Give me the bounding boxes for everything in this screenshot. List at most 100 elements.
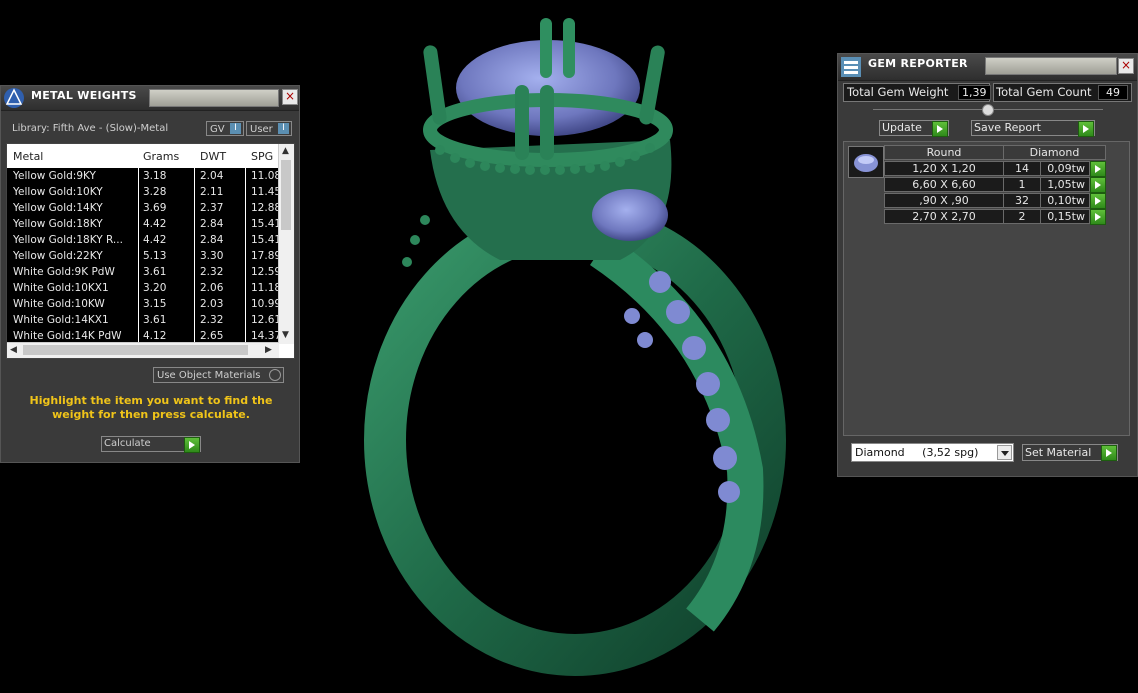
gem-size-cell: 1,20 X 1,20 [884,161,1004,176]
table-row[interactable]: Yellow Gold:18KY R... 4.42 2.84 15.41 [7,232,281,248]
col-grams[interactable]: Grams [143,150,179,163]
cell-grams: 3.28 [143,186,167,198]
cell-dwt: 2.65 [200,330,224,342]
cell-metal: White Gold:9K PdW [13,266,115,278]
metal-table[interactable]: Metal Grams DWT SPG Yellow Gold:9KY 3.18 2… [6,143,295,359]
col-spg[interactable]: SPG [251,150,273,163]
scroll-left-icon[interactable]: ◀ [10,345,17,355]
column-divider [245,248,246,264]
instruction-text: Highlight the item you want to find the … [29,394,273,421]
column-divider [245,232,246,248]
metal-table-hscroll[interactable]: ◀ ▶ [7,342,279,358]
cell-spg: 17.89 [251,250,281,262]
metal-weights-logo-icon [4,88,24,108]
cell-metal: White Gold:14KX1 [13,314,109,326]
cell-spg: 12.88 [251,202,281,214]
cell-metal: White Gold:14K PdW [13,330,122,342]
table-row[interactable]: Yellow Gold:22KY 5.13 3.30 17.89 [7,248,281,264]
total-gem-count-label: Total Gem Count [996,85,1092,99]
gem-reporter-close-button[interactable]: × [1118,58,1134,74]
cell-grams: 4.42 [143,218,167,230]
metal-weights-panel: METAL WEIGHTS × Library: Fifth Ave - (Sl… [0,85,300,463]
save-report-button[interactable]: Save Report [971,120,1095,137]
cell-dwt: 2.84 [200,234,224,246]
user-toggle[interactable]: User I [246,121,292,136]
scroll-right-icon[interactable]: ▶ [265,345,272,355]
chevron-down-icon[interactable] [997,445,1012,460]
cell-metal: Yellow Gold:22KY [13,250,103,262]
column-divider [194,200,195,216]
table-row[interactable]: Yellow Gold:14KY 3.69 2.37 12.88 [7,200,281,216]
table-row[interactable]: Yellow Gold:9KY 3.18 2.04 11.08 [7,168,281,184]
round-gem-thumbnail-icon [848,146,884,178]
total-gem-weight-label: Total Gem Weight [847,85,949,99]
scroll-thumb[interactable] [281,160,291,230]
cell-spg: 14.37 [251,330,281,342]
column-divider [245,168,246,184]
gem-tw-cell: 0,10tw [1040,193,1090,208]
column-divider [194,248,195,264]
gem-count-cell: 32 [1003,193,1041,208]
col-metal[interactable]: Metal [13,150,43,163]
table-row[interactable]: White Gold:10KW 3.15 2.03 10.99 [7,296,281,312]
use-object-materials-checkbox[interactable]: Use Object Materials [153,367,284,383]
table-row[interactable]: White Gold:14KX1 3.61 2.32 12.61 [7,312,281,328]
metal-table-header: Metal Grams DWT SPG [7,144,294,168]
row-select-arrow-icon[interactable] [1090,193,1106,209]
cell-spg: 11.18 [251,282,281,294]
cell-dwt: 2.11 [200,186,224,198]
cell-dwt: 2.06 [200,282,224,294]
cell-spg: 15.41 [251,218,281,230]
calculate-button[interactable]: Calculate [101,436,201,453]
cell-dwt: 2.32 [200,314,224,326]
cell-grams: 5.13 [143,250,167,262]
column-divider [138,184,139,200]
cell-metal: Yellow Gold:14KY [13,202,103,214]
split-slider-handle-icon[interactable] [982,104,994,116]
update-button[interactable]: Update [879,120,949,137]
table-row[interactable]: White Gold:10KX1 3.20 2.06 11.18 [7,280,281,296]
gem-size-cell: 2,70 X 2,70 [884,209,1004,224]
cell-grams: 3.69 [143,202,167,214]
column-divider [194,168,195,184]
gem-size-cell: ,90 X ,90 [884,193,1004,208]
gem-tw-cell: 0,09tw [1040,161,1090,176]
cell-grams: 3.61 [143,266,167,278]
metal-table-vscroll[interactable]: ▲ ▼ [278,144,294,344]
col-dwt[interactable]: DWT [200,150,226,163]
table-row[interactable]: White Gold:9K PdW 3.61 2.32 12.59 [7,264,281,280]
cell-metal: White Gold:10KW [13,298,105,310]
cell-metal: Yellow Gold:18KY R... [13,234,123,246]
column-divider [194,216,195,232]
column-divider [194,312,195,328]
row-select-arrow-icon[interactable] [1090,161,1106,177]
hscroll-thumb[interactable] [23,345,248,355]
total-gem-count-value: 49 [1098,85,1128,100]
column-divider [245,216,246,232]
gem-reporter-titlebar[interactable]: GEM REPORTER × [838,54,1137,81]
column-divider [194,184,195,200]
metal-weights-titlebar[interactable]: METAL WEIGHTS × [1,86,299,111]
cell-spg: 10.99 [251,298,281,310]
table-row[interactable]: Yellow Gold:10KY 3.28 2.11 11.45 [7,184,281,200]
row-select-arrow-icon[interactable] [1090,177,1106,193]
total-gem-weight-value: 1,39 [958,85,991,100]
row-select-arrow-icon[interactable] [1090,209,1106,225]
column-divider [138,200,139,216]
material-dropdown[interactable]: Diamond (3,52 spg) [851,443,1014,462]
gem-reporter-panel: GEM REPORTER × Total Gem Weight 1,39 Tot… [837,53,1138,477]
gv-toggle-icon: I [230,123,241,134]
scroll-up-icon[interactable]: ▲ [282,146,289,156]
cell-dwt: 2.04 [200,170,224,182]
column-divider [138,312,139,328]
update-arrow-icon [932,121,948,137]
scroll-down-icon[interactable]: ▼ [282,330,289,340]
column-divider [138,232,139,248]
calculate-arrow-icon [184,437,200,453]
gv-toggle[interactable]: GV I [206,121,244,136]
metal-weights-close-button[interactable]: × [282,89,298,105]
checkbox-icon [269,369,281,381]
shape-header: Round [884,145,1004,160]
table-row[interactable]: Yellow Gold:18KY 4.42 2.84 15.41 [7,216,281,232]
set-material-button[interactable]: Set Material [1022,444,1118,461]
